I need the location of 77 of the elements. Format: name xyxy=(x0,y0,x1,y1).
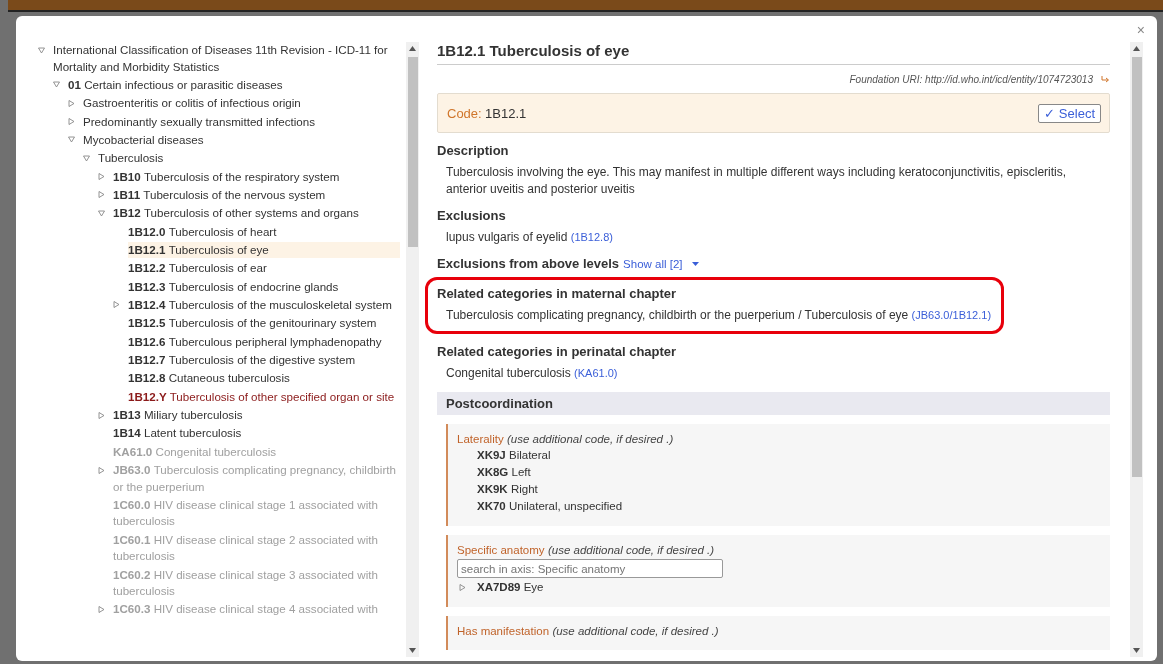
section-text: Tuberculosis involving the eye. This may manifest in multiple different ways including keratoconjunctivitis, episcleritis, anterior uveitis and posterior uveitis xyxy=(446,164,1068,198)
tree-item[interactable]: 01 Certain infectious or parasitic diseases xyxy=(68,76,400,94)
collapsed-triangle-icon[interactable] xyxy=(459,584,466,591)
collapsed-triangle-icon[interactable] xyxy=(98,173,105,181)
scrollbar[interactable] xyxy=(1130,42,1143,657)
tree-item[interactable]: 1B10 Tuberculosis of the respiratory system xyxy=(113,168,400,186)
section-text: Tuberculosis complicating pregnancy, childbirth or the puerperium / Tuberculosis of eye (JB63.0/1B12.1) xyxy=(446,307,992,324)
postcoordination-heading: Postcoordination xyxy=(437,392,1110,415)
axis-name: Has manifestation xyxy=(457,625,550,637)
axis-value[interactable]: XK9K Right xyxy=(477,482,538,497)
caret-icon[interactable] xyxy=(691,261,699,266)
tree-item[interactable]: 1B12.8 Cutaneous tuberculosis xyxy=(128,370,400,387)
section-heading: Description xyxy=(437,143,509,158)
collapsed-triangle-icon[interactable] xyxy=(98,605,105,613)
section-text: Congenital tuberculosis (KA61.0) xyxy=(446,365,619,382)
tree-item[interactable]: Mycobacterial diseases xyxy=(83,131,400,149)
tree-item[interactable]: 1B12.7 Tuberculosis of the digestive system xyxy=(128,352,400,369)
tree-item[interactable]: Gastroenteritis or colitis of infectious origin xyxy=(83,95,400,112)
tree-item[interactable]: 1B13 Miliary tuberculosis xyxy=(113,407,400,424)
axis-value[interactable]: XK70 Unilateral, unspecified xyxy=(477,499,623,514)
code-value: 1B12.1 xyxy=(485,105,527,121)
code-label: Code: xyxy=(447,105,482,121)
axis-value[interactable]: XK9J Bilateral xyxy=(477,448,551,463)
tree-item[interactable]: 1B12.Y Tuberculosis of other specified organ or site xyxy=(128,388,400,406)
scrollbar-thumb[interactable] xyxy=(1131,57,1142,477)
expanded-triangle-icon[interactable] xyxy=(68,136,75,144)
tree-item[interactable]: 1B12.5 Tuberculosis of the genitourinary system xyxy=(128,315,400,332)
scrollbar[interactable] xyxy=(406,42,419,657)
axis-value[interactable]: XA7D89 Eye xyxy=(477,580,544,595)
section-heading: Exclusions from above levels xyxy=(437,256,620,271)
axis-hint: (use additional code, if desired .) xyxy=(547,544,715,556)
code-link[interactable]: (KA61.0) xyxy=(574,367,618,379)
collapsed-triangle-icon[interactable] xyxy=(68,99,75,107)
axis-hint: (use additional code, if desired .) xyxy=(552,625,719,637)
tree-item[interactable]: 1B12.4 Tuberculosis of the musculoskeletal system xyxy=(128,296,400,314)
section-heading: Related categories in perinatal chapter xyxy=(437,344,677,359)
axis-name: Laterality xyxy=(457,433,504,445)
axis-hint: (use additional code, if desired .) xyxy=(507,433,674,445)
code-link[interactable]: (JB63.0/1B12.1) xyxy=(911,309,992,321)
link-arrow-icon[interactable] xyxy=(1101,76,1110,83)
section-heading: Related categories in maternal chapter xyxy=(437,286,677,301)
scroll-up-arrow-icon[interactable] xyxy=(409,46,416,51)
collapsed-triangle-icon[interactable] xyxy=(68,118,75,126)
scrollbar-thumb[interactable] xyxy=(407,57,418,247)
tree-item[interactable]: Predominantly sexually transmitted infections xyxy=(83,113,400,131)
collapsed-triangle-icon[interactable] xyxy=(98,411,105,419)
tree-item[interactable]: 1B14 Latent tuberculosis xyxy=(113,425,400,442)
close-button[interactable]: × xyxy=(1136,22,1145,38)
axis-name: Specific anatomy xyxy=(457,544,545,556)
section-heading: Exclusions xyxy=(437,208,506,223)
scroll-down-arrow-icon[interactable] xyxy=(1133,648,1140,653)
scroll-up-arrow-icon[interactable] xyxy=(1133,46,1140,51)
collapsed-triangle-icon[interactable] xyxy=(113,301,120,309)
tree-item[interactable]: International Classification of Diseases 11th Revision - ICD-11 for Mortality and Morbidity Statistics xyxy=(53,42,400,75)
show-all-link[interactable]: Show all [2] xyxy=(623,257,683,270)
collapsed-triangle-icon[interactable] xyxy=(98,466,105,474)
tree-item[interactable]: 1B12.6 Tuberculous peripheral lymphadenopathy xyxy=(128,333,400,351)
tree-item[interactable]: 1B12.0 Tuberculosis of heart xyxy=(128,223,400,241)
section-text: lupus vulgaris of eyelid (1B12.8) xyxy=(446,229,614,246)
expanded-triangle-icon[interactable] xyxy=(83,154,90,162)
select-button[interactable]: ✓ Select xyxy=(1038,103,1101,123)
collapsed-triangle-icon[interactable] xyxy=(98,191,105,199)
tree-item[interactable]: 1B11 Tuberculosis of the nervous system xyxy=(113,186,400,204)
code-link[interactable]: (1B12.8) xyxy=(570,231,613,243)
expanded-triangle-icon[interactable] xyxy=(53,81,60,89)
tree-item[interactable]: 1B12.1 Tuberculosis of eye xyxy=(128,241,400,259)
tree-item[interactable]: 1B12 Tuberculosis of other systems and organs xyxy=(113,205,400,222)
scroll-down-arrow-icon[interactable] xyxy=(409,648,416,653)
tree-item[interactable]: 1B12.2 Tuberculosis of ear xyxy=(128,260,400,277)
expanded-triangle-icon[interactable] xyxy=(98,209,105,217)
detail-title: 1B12.1 Tuberculosis of eye xyxy=(437,42,1110,65)
expanded-triangle-icon[interactable] xyxy=(38,46,45,54)
tree-item[interactable]: Tuberculosis xyxy=(98,150,400,167)
axis-search-field[interactable]: search in axis: Specific anatomy xyxy=(457,559,723,578)
foundation-uri: Foundation URI: http://id.who.int/icd/entity/1074723013 xyxy=(849,74,1093,85)
axis-value[interactable]: XK8G Left xyxy=(477,465,531,480)
tree-item[interactable]: 1B12.3 Tuberculosis of endocrine glands xyxy=(128,278,400,296)
